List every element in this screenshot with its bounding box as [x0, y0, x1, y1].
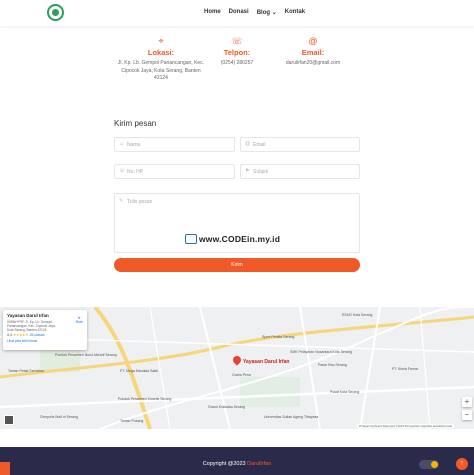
- rating-value: 4.4: [7, 333, 12, 337]
- hp-field[interactable]: ☏ No. HP: [114, 164, 235, 179]
- map-place-address: V5MW+P9F, Jl. Kp. Lb. Gempol, Panancanga…: [7, 320, 56, 332]
- at-icon: @: [308, 36, 318, 46]
- subjek-field[interactable]: ⚑ Subjek: [240, 164, 360, 179]
- corner-tab: [0, 462, 10, 475]
- map-pin-label[interactable]: Yayasan Darul Irfan: [243, 359, 289, 365]
- site-footer: Copyright @2023 DarulIrfan: [0, 447, 474, 475]
- map-label: Pusat Kota Serang: [330, 390, 360, 394]
- map-label: Pasar Rau Serang: [318, 363, 347, 367]
- site-logo[interactable]: [47, 4, 64, 21]
- map-label: PT. Kimia Farma: [392, 367, 418, 371]
- page: Home Donasi Blog ⌄ Kontak ⌖ Lokasi: Jl. …: [0, 0, 474, 475]
- kirim-button[interactable]: Kirim: [114, 258, 360, 272]
- map-label: Taman Pusang: [120, 419, 144, 423]
- directions-button[interactable]: ➤ Rute: [76, 316, 83, 324]
- map-label: Cinepolis Mall of Serang: [40, 415, 78, 419]
- directions-label: Rute: [75, 320, 83, 324]
- nav-home[interactable]: Home: [204, 9, 221, 16]
- user-icon: ☺: [119, 141, 125, 147]
- email-text[interactable]: darulirfan20@gmail.com: [268, 60, 358, 68]
- copyright-prefix: Copyright @2023: [202, 461, 248, 467]
- zoom-out-button[interactable]: −: [462, 410, 472, 420]
- google-map[interactable]: Yayasan Darul Irfan V5MW+P9F, Jl. Kp. Lb…: [0, 307, 474, 429]
- email-placeholder: Email: [253, 142, 266, 148]
- map-label: Grand Krakatau Serang: [208, 405, 245, 409]
- monitor-icon: [185, 234, 197, 244]
- nav-donasi[interactable]: Donasi: [229, 9, 249, 16]
- map-rating: 4.4 ★★★★★ 26 ulasan: [7, 333, 83, 337]
- copyright-text: Copyright @2023 DarulIrfan: [0, 461, 474, 467]
- contact-email: @ Email: darulirfan20@gmail.com: [268, 36, 358, 68]
- tag-icon: ⚑: [245, 168, 250, 174]
- at-icon: @: [245, 141, 251, 147]
- watermark-text: www.CODEin.my.id: [199, 234, 281, 244]
- star-rating-icon: ★★★★★: [12, 333, 29, 337]
- zoom-in-button[interactable]: +: [462, 397, 472, 407]
- map-place-title: Yayasan Darul Irfan: [7, 313, 49, 318]
- nav-blog-label: Blog: [256, 10, 271, 16]
- reviews-link[interactable]: 26 ulasan: [30, 333, 45, 337]
- chevron-down-icon: ⌄: [271, 10, 277, 16]
- pesan-placeholder: Tulis pesan: [127, 199, 153, 205]
- map-label: Taman Petak Sembilan: [8, 369, 44, 373]
- main-nav: Home Donasi Blog ⌄ Kontak: [204, 9, 305, 16]
- site-header: Home Donasi Blog ⌄ Kontak: [0, 0, 474, 26]
- map-layers-button[interactable]: [4, 415, 14, 425]
- map-label: Universitas Sultan Ageng Tirtayasa: [264, 415, 319, 419]
- nama-field[interactable]: ☺ Nama: [114, 137, 235, 152]
- back-to-top-button[interactable]: ↑: [456, 458, 468, 470]
- form-title: Kirim pesan: [114, 119, 157, 128]
- nama-placeholder: Nama: [127, 142, 141, 148]
- map-label: Graha Pena: [232, 373, 251, 377]
- map-label: RSUD Kota Serang: [342, 313, 373, 317]
- theme-toggle[interactable]: [419, 460, 439, 469]
- email-title: Email:: [301, 48, 325, 57]
- larger-map-link[interactable]: Lihat peta lebih besar: [7, 339, 83, 343]
- map-label: Pondok Pesantren Kwartis Serang: [118, 397, 172, 401]
- footer-brand[interactable]: DarulIrfan: [247, 461, 271, 467]
- map-info-card: Yayasan Darul Irfan V5MW+P9F, Jl. Kp. Lb…: [3, 310, 87, 350]
- map-label: SMK Pelayaran Nusantara Kota Serang: [290, 350, 352, 354]
- map-label: Sport Persita Serang: [262, 335, 295, 339]
- codein-watermark: www.CODEin.my.id: [185, 232, 289, 246]
- pencil-icon: ✎: [119, 198, 124, 204]
- map-label: Pondok Pesantren Nurul Ma'arif Serang: [55, 353, 117, 357]
- map-label: PT. Mega Mandala Sakti: [120, 369, 158, 373]
- nav-blog[interactable]: Blog ⌄: [257, 9, 277, 16]
- map-attribution[interactable]: Pintasan keyboard Data peta ©2023 Persya…: [356, 424, 454, 428]
- email-field[interactable]: @ Email: [240, 137, 360, 152]
- subjek-placeholder: Subjek: [253, 169, 269, 175]
- hp-placeholder: No. HP: [127, 169, 144, 175]
- phone-icon: ☏: [119, 168, 126, 174]
- nav-kontak[interactable]: Kontak: [285, 9, 305, 16]
